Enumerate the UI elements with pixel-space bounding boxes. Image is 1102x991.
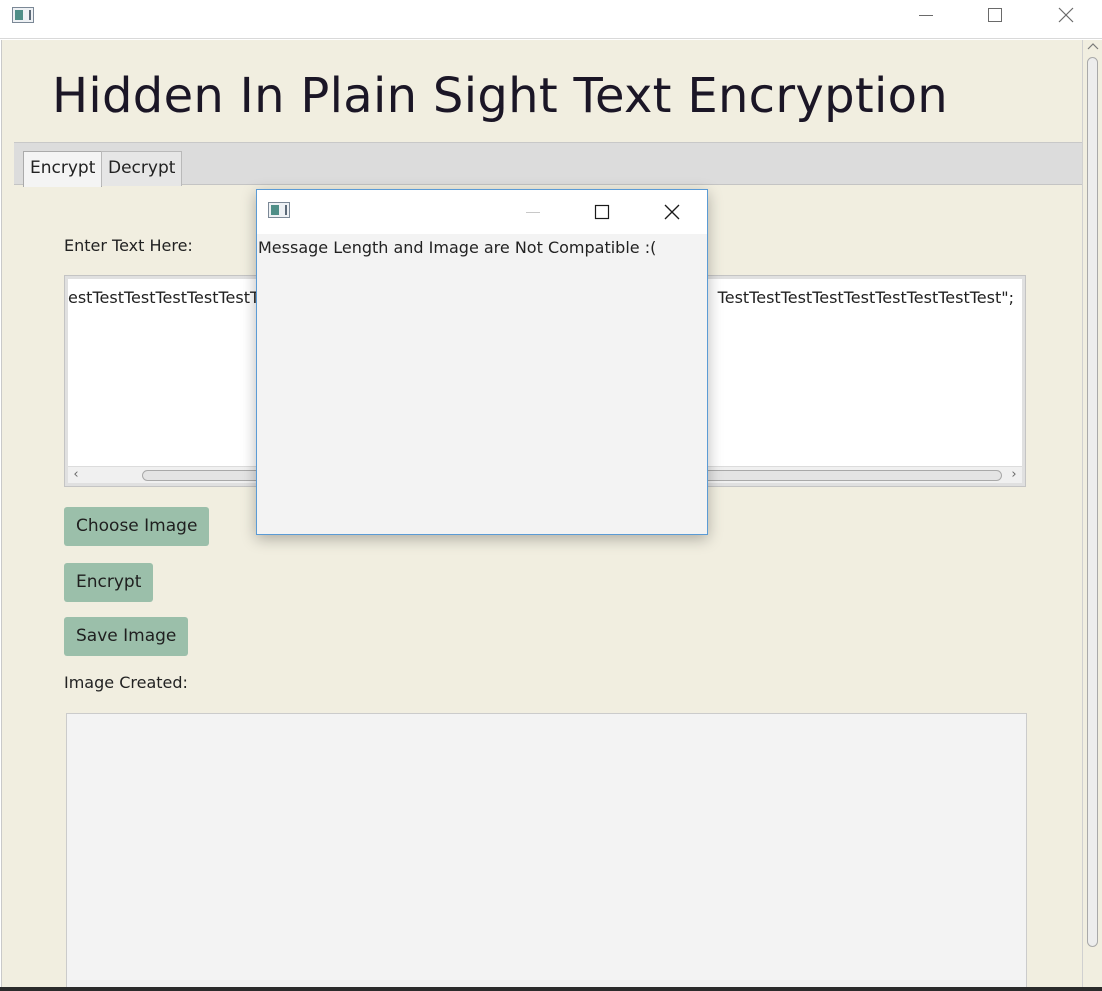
- vertical-scrollbar[interactable]: [1082, 40, 1102, 988]
- save-image-button[interactable]: Save Image: [64, 617, 189, 656]
- tab-decrypt[interactable]: Decrypt: [101, 151, 183, 186]
- tab-bar: Encrypt Decrypt: [14, 142, 1082, 187]
- scroll-right-icon[interactable]: ›: [1006, 467, 1022, 483]
- app-window-icon: [268, 202, 290, 218]
- minimize-icon: [919, 15, 933, 16]
- image-created-view: [66, 713, 1027, 991]
- dialog-minimize-button: [510, 197, 556, 227]
- app-window-icon: [12, 7, 34, 23]
- maximize-button[interactable]: [972, 0, 1018, 30]
- minimize-button[interactable]: [903, 0, 949, 30]
- image-created-label: Image Created:: [64, 673, 188, 692]
- dialog-message: Message Length and Image are Not Compati…: [258, 238, 657, 257]
- encrypt-button[interactable]: Encrypt: [64, 563, 154, 602]
- dialog-close-button[interactable]: [649, 197, 695, 227]
- tab-encrypt[interactable]: Encrypt: [23, 151, 103, 187]
- dialog-titlebar: [257, 190, 707, 234]
- maximize-icon: [594, 204, 610, 220]
- message-text-visible-left: estTestTestTestTestTestT: [68, 288, 260, 307]
- taskbar-edge: [0, 987, 1102, 991]
- vertical-scroll-thumb[interactable]: [1087, 57, 1098, 947]
- close-button[interactable]: [1043, 0, 1089, 30]
- scroll-left-icon[interactable]: ‹: [68, 467, 84, 483]
- close-icon: [664, 204, 680, 220]
- app-title: Hidden In Plain Sight Text Encryption: [52, 68, 949, 124]
- scroll-up-icon[interactable]: [1083, 40, 1102, 54]
- message-text-visible-right: TestTestTestTestTestTestTestTestTest";: [717, 288, 1014, 307]
- close-icon: [1058, 7, 1074, 23]
- minimize-icon: [526, 212, 540, 213]
- maximize-icon: [988, 8, 1002, 22]
- choose-image-button[interactable]: Choose Image: [64, 507, 210, 546]
- main-window-titlebar: [0, 0, 1102, 39]
- dialog-maximize-button[interactable]: [579, 197, 625, 227]
- enter-text-label: Enter Text Here:: [64, 236, 193, 255]
- alert-dialog: Message Length and Image are Not Compati…: [256, 189, 708, 535]
